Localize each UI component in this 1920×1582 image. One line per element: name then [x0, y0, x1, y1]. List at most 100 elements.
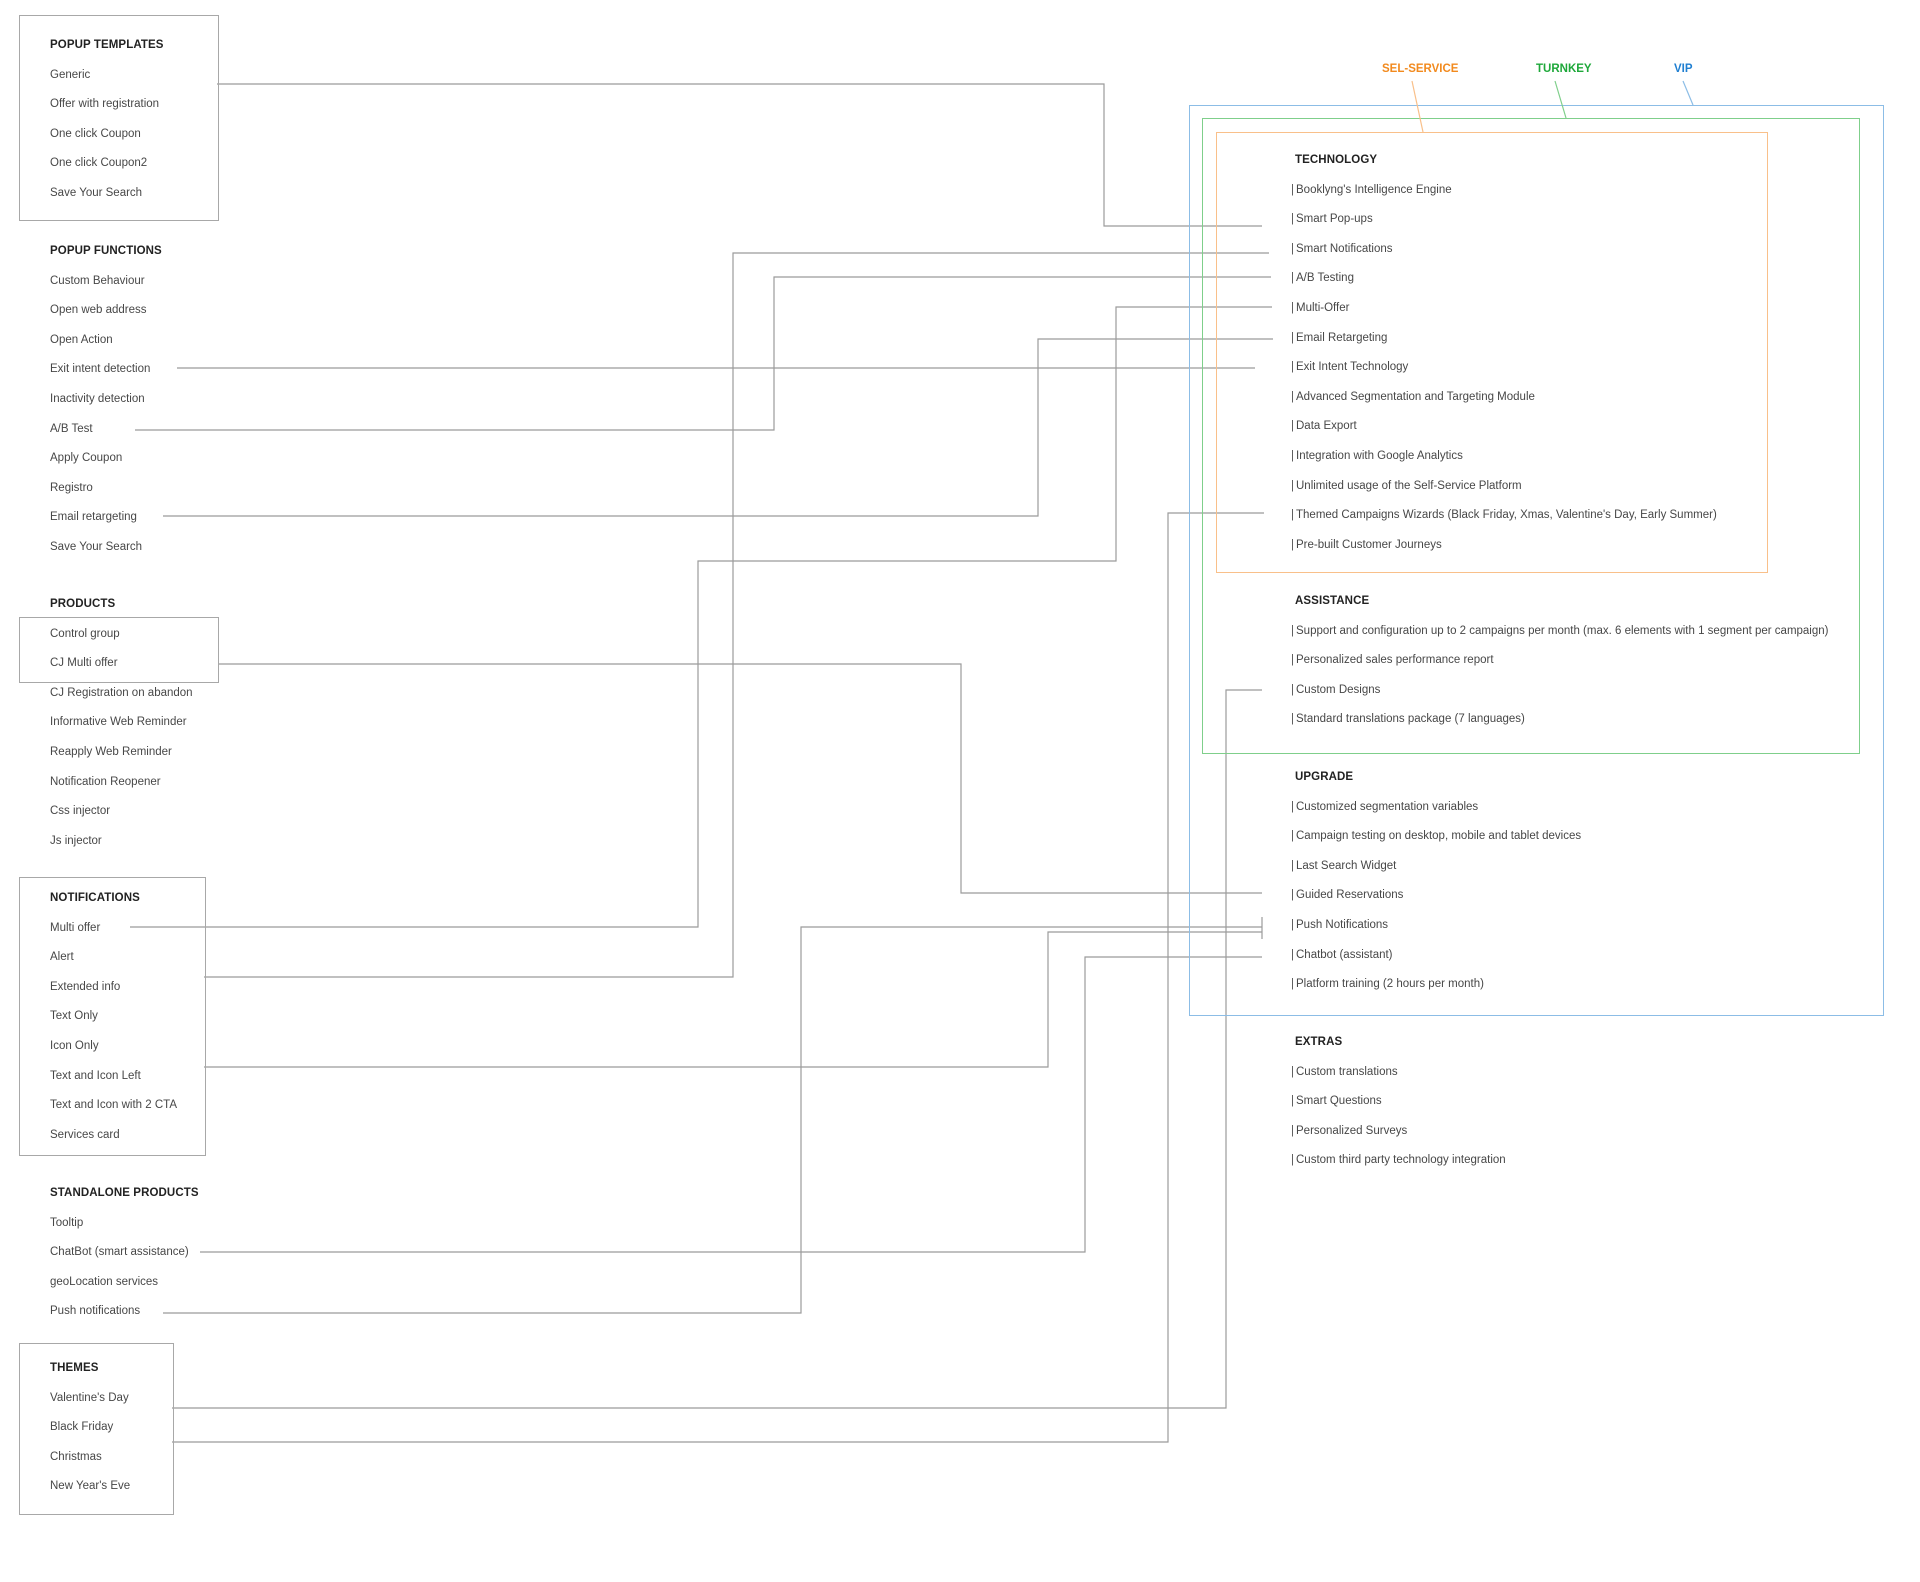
list-item-push-notifications: Push notifications	[50, 1305, 141, 1318]
list-item-icon-only: Icon Only	[50, 1040, 99, 1052]
list-item-black-friday: Black Friday	[50, 1421, 114, 1434]
feature-label: Personalized Surveys	[1296, 1124, 1408, 1137]
feature-bullet-bar: |	[1291, 713, 1294, 726]
list-item-valentine-s-day: Valentine's Day	[50, 1391, 129, 1404]
feature-bullet-bar: |	[1291, 1095, 1294, 1108]
feature-label: Support and configuration up to 2 campai…	[1296, 624, 1829, 637]
feature-bullet-bar: |	[1291, 302, 1294, 314]
feature-label: Booklyng's Intelligence Engine	[1296, 183, 1452, 196]
list-item-christmas: Christmas	[50, 1450, 102, 1463]
list-item-registro: Registro	[50, 481, 93, 494]
feature-customized-segmentation-variables: | Customized segmentation variables	[1291, 801, 1478, 813]
connector-multi-offer-to-multi-offer	[130, 306, 1272, 928]
feature-email-retargeting: | Email Retargeting	[1291, 332, 1387, 344]
feature-standard-translations-package-7-languages: | Standard translations package (7 langua…	[1291, 713, 1525, 725]
standalone-products-heading: STANDALONE PRODUCTS	[50, 1187, 199, 1199]
list-item-cj-multi-offer: CJ Multi offer	[50, 657, 118, 670]
upgrade-heading: UPGRADE	[1295, 771, 1354, 783]
feature-label: Smart Questions	[1296, 1095, 1382, 1108]
feature-custom-third-party-technology-integration: | Custom third party technology integrati…	[1291, 1154, 1506, 1166]
feature-bullet-bar: |	[1291, 213, 1294, 226]
notifications-heading: NOTIFICATIONS	[50, 892, 140, 904]
feature-label: Campaign testing on desktop, mobile and …	[1296, 830, 1582, 843]
connector-chatbot-to-chatbot-assistant	[200, 956, 1262, 1253]
feature-label: Customized segmentation variables	[1296, 800, 1479, 813]
feature-bullet-bar: |	[1291, 1154, 1294, 1167]
list-item-geolocation-services: geoLocation services	[50, 1275, 159, 1288]
feature-bullet-bar: |	[1291, 183, 1294, 196]
feature-bullet-bar: |	[1291, 1124, 1294, 1137]
tier-leader-lines	[1411, 80, 1694, 133]
feature-smart-notifications: | Smart Notifications	[1291, 243, 1393, 255]
assistance-heading: ASSISTANCE	[1295, 595, 1370, 607]
feature-bullet-bar: |	[1291, 978, 1294, 991]
feature-bullet-bar: |	[1291, 948, 1294, 961]
list-item-css-injector: Css injector	[50, 805, 111, 818]
list-item-new-year-s-eve: New Year's Eve	[50, 1480, 131, 1493]
feature-personalized-surveys: | Personalized Surveys	[1291, 1125, 1407, 1137]
connector-products-to-guided-reservations	[218, 663, 1262, 894]
list-item-a-b-test: A/B Test	[50, 422, 93, 435]
feature-label: Pre-built Customer Journeys	[1296, 538, 1442, 551]
feature-unlimited-usage-of-the-self-service-platform: | Unlimited usage of the Self-Service Pla…	[1291, 480, 1522, 492]
feature-bullet-bar: |	[1291, 479, 1294, 492]
feature-platform-training-2-hours-per-month: | Platform training (2 hours per month)	[1291, 978, 1484, 990]
feature-booklyng-s-intelligence-engine: | Booklyng's Intelligence Engine	[1291, 184, 1452, 196]
list-item-open-action: Open Action	[50, 333, 113, 346]
feature-label: Smart Pop-ups	[1296, 213, 1373, 226]
feature-label: Email Retargeting	[1296, 331, 1388, 344]
feature-bullet-bar: |	[1291, 242, 1294, 255]
list-item-chatbot-smart-assistance: ChatBot (smart assistance)	[50, 1246, 189, 1259]
turnkey-leader-line	[1554, 80, 1567, 119]
list-item-cj-registration-on-abandon: CJ Registration on abandon	[50, 686, 193, 699]
feature-label: Unlimited usage of the Self-Service Plat…	[1296, 479, 1522, 492]
themes-heading: THEMES	[50, 1362, 99, 1374]
feature-exit-intent-technology: | Exit Intent Technology	[1291, 361, 1408, 373]
list-item-control-group: Control group	[50, 627, 120, 640]
technology-heading: TECHNOLOGY	[1295, 154, 1378, 166]
feature-a-b-testing: | A/B Testing	[1291, 272, 1354, 284]
connector-email-retargeting	[163, 338, 1273, 517]
list-item-text-only: Text Only	[50, 1010, 98, 1023]
list-item-notification-reopener: Notification Reopener	[50, 775, 161, 788]
list-item-exit-intent-detection: Exit intent detection	[50, 363, 151, 376]
feature-label: Push Notifications	[1296, 919, 1389, 931]
connector-push-to-push-notifications	[163, 926, 1262, 1314]
feature-bullet-bar: |	[1291, 390, 1294, 403]
feature-last-search-widget: | Last Search Widget	[1291, 860, 1396, 872]
list-item-extended-info: Extended info	[50, 980, 121, 993]
feature-bullet-bar: |	[1291, 830, 1294, 843]
list-item-text-and-icon-left: Text and Icon Left	[50, 1069, 141, 1082]
feature-label: Custom Designs	[1296, 683, 1381, 696]
feature-custom-designs: | Custom Designs	[1291, 684, 1380, 696]
feature-label: Guided Reservations	[1296, 889, 1404, 902]
feature-bullet-bar: |	[1291, 1065, 1294, 1078]
feature-bullet-bar: |	[1291, 800, 1294, 813]
list-item-email-retargeting: Email retargeting	[50, 511, 137, 524]
notifications-box	[19, 877, 206, 1156]
feature-label: Custom third party technology integratio…	[1296, 1154, 1506, 1167]
list-item-open-web-address: Open web address	[50, 304, 147, 317]
feature-label: A/B Testing	[1296, 272, 1354, 285]
feature-campaign-testing-on-desktop-mobile-and-tablet-devices: | Campaign testing on desktop, mobile and…	[1291, 830, 1581, 842]
feature-bullet-bar: |	[1291, 889, 1294, 902]
feature-smart-pop-ups: | Smart Pop-ups	[1291, 213, 1373, 225]
feature-guided-reservations: | Guided Reservations	[1291, 889, 1403, 901]
feature-label: Smart Notifications	[1296, 242, 1393, 255]
feature-bullet-bar: |	[1291, 509, 1294, 522]
popup-functions-heading: POPUP FUNCTIONS	[50, 245, 162, 257]
feature-label: Custom translations	[1296, 1065, 1398, 1078]
feature-label: Multi-Offer	[1296, 302, 1350, 314]
connector-ab-test-to-ab-testing	[135, 276, 1271, 431]
list-item-multi-offer: Multi offer	[50, 921, 101, 934]
feature-bullet-bar: |	[1291, 919, 1294, 931]
feature-personalized-sales-performance-report: | Personalized sales performance report	[1291, 654, 1494, 666]
feature-label: Integration with Google Analytics	[1296, 450, 1463, 462]
feature-label: Advanced Segmentation and Targeting Modu…	[1296, 390, 1535, 403]
products-heading: PRODUCTS	[50, 598, 116, 610]
feature-label: Data Export	[1296, 420, 1357, 433]
list-item-inactivity-detection: Inactivity detection	[50, 393, 145, 405]
feature-bullet-bar: |	[1291, 538, 1294, 551]
feature-bullet-bar: |	[1291, 450, 1294, 462]
connector-valentines-to-custom-designs	[172, 689, 1262, 1409]
